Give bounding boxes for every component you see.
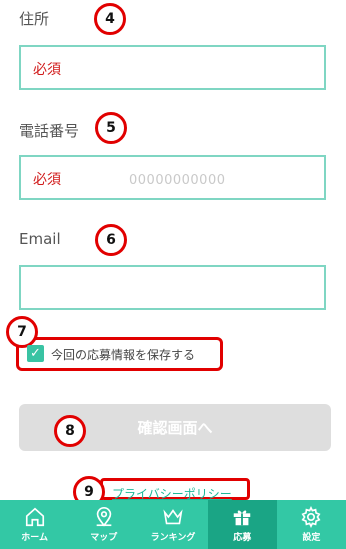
phone-label: 電話番号 (19, 122, 80, 140)
tab-apply[interactable]: 応募 (207, 500, 277, 549)
phone-required-mark: 必須 (33, 172, 61, 188)
tab-apply-label: 応募 (233, 533, 252, 543)
crown-icon (163, 509, 183, 525)
annotation-badge-4: 4 (94, 3, 126, 35)
tab-home-label: ホーム (21, 533, 48, 543)
annotation-badge-5: 5 (95, 112, 127, 144)
bottom-tab-bar: ホーム マップ ランキング 応募 設定 (0, 500, 346, 549)
tab-settings[interactable]: 設定 (277, 500, 346, 549)
tab-home[interactable]: ホーム (0, 500, 69, 549)
phone-input[interactable]: 必須 00000000000 (19, 155, 326, 200)
tab-map[interactable]: マップ (69, 500, 138, 549)
save-info-label[interactable]: 今回の応募情報を保存する (51, 346, 195, 363)
address-input[interactable]: 必須 (19, 45, 326, 90)
annotation-badge-7: 7 (6, 316, 38, 348)
address-label: 住所 (19, 10, 50, 28)
annotation-badge-8: 8 (54, 415, 86, 447)
gift-icon (233, 510, 251, 526)
save-info-checkbox[interactable]: ✓ (27, 345, 44, 362)
phone-placeholder: 00000000000 (129, 173, 226, 188)
tab-ranking-label: ランキング (150, 533, 196, 543)
annotation-badge-6: 6 (95, 224, 127, 256)
checkmark-icon: ✓ (30, 346, 41, 361)
home-icon (25, 507, 44, 527)
email-label: Email (19, 230, 61, 248)
address-required-mark: 必須 (33, 62, 61, 78)
tab-ranking[interactable]: ランキング (138, 500, 207, 549)
email-input[interactable] (19, 265, 326, 310)
gear-icon (301, 506, 321, 528)
map-pin-icon (96, 507, 112, 527)
tab-map-label: マップ (90, 533, 118, 543)
tab-settings-label: 設定 (302, 533, 321, 543)
